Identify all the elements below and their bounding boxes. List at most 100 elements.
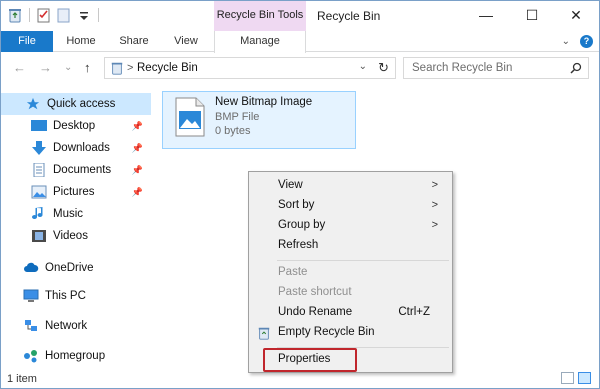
recycle-bin-icon: [257, 326, 271, 340]
menu-item-view[interactable]: View >: [251, 176, 450, 196]
submenu-arrow-icon: >: [431, 199, 438, 211]
nav-item-label: OneDrive: [45, 262, 94, 274]
menu-item-label: Empty Recycle Bin: [278, 326, 375, 338]
close-button[interactable]: ✕: [553, 1, 599, 29]
nav-item-videos[interactable]: Videos: [1, 225, 151, 247]
tiles-view-icon[interactable]: [578, 372, 591, 384]
customize-toolbar-icon[interactable]: [76, 7, 92, 23]
explorer-window: Recycle Bin Tools Recycle Bin — ☐ ✕ File…: [0, 0, 600, 389]
nav-item-quick-access[interactable]: Quick access: [1, 93, 151, 115]
window-title: Recycle Bin: [317, 9, 381, 23]
navigation-pane: Quick access Desktop 📌 Downloads 📌 Docum…: [1, 89, 151, 365]
nav-item-downloads[interactable]: Downloads 📌: [1, 137, 151, 159]
nav-item-label: Videos: [53, 230, 88, 242]
tab-share[interactable]: Share: [114, 31, 154, 52]
star-icon: [26, 97, 40, 110]
title-bar: Recycle Bin Tools Recycle Bin — ☐ ✕: [1, 1, 599, 51]
menu-item-refresh[interactable]: Refresh: [251, 236, 450, 256]
minimize-icon: —: [479, 7, 493, 23]
maximize-icon: ☐: [525, 6, 539, 23]
close-icon: ✕: [570, 6, 582, 23]
ribbon-tabs: File Home Share View Manage ⌄ ?: [1, 31, 599, 53]
toolbar-separator: [29, 8, 30, 22]
details-view-icon[interactable]: [561, 372, 574, 384]
help-icon[interactable]: ?: [580, 35, 593, 48]
pin-icon[interactable]: 📌: [132, 165, 143, 176]
menu-item-label: Refresh: [278, 239, 319, 251]
menu-item-undo-rename[interactable]: Undo Rename Ctrl+Z: [251, 303, 450, 323]
nav-item-documents[interactable]: Documents 📌: [1, 159, 151, 181]
network-icon: [25, 320, 37, 331]
file-tile[interactable]: New Bitmap Image BMP File 0 bytes: [162, 91, 356, 149]
menu-item-label: Paste: [278, 266, 308, 278]
menu-item-empty-recycle-bin[interactable]: Empty Recycle Bin: [251, 323, 450, 343]
homegroup-icon: [24, 350, 37, 363]
computer-icon: [23, 289, 39, 302]
nav-item-label: Desktop: [53, 120, 96, 132]
maximize-button[interactable]: ☐: [509, 1, 555, 29]
nav-item-label: This PC: [45, 290, 86, 302]
tab-manage[interactable]: Manage: [214, 31, 306, 53]
address-dropdown-icon[interactable]: ⌄: [359, 61, 367, 72]
nav-item-label: Documents: [53, 164, 112, 176]
properties-icon[interactable]: [36, 7, 52, 23]
recent-locations-icon[interactable]: ⌄: [64, 62, 72, 73]
tab-view[interactable]: View: [166, 31, 206, 52]
nav-item-label: Downloads: [53, 142, 110, 154]
quick-access-toolbar: [7, 7, 101, 23]
address-bar[interactable]: > Recycle Bin ⌄ ↻: [104, 57, 396, 79]
cloud-icon: [24, 262, 39, 272]
breadcrumb-chevron-icon[interactable]: >: [127, 62, 133, 74]
contextual-tab-group-title: Recycle Bin Tools: [216, 9, 304, 21]
status-bar: 1 item: [1, 369, 599, 388]
menu-item-group-by[interactable]: Group by >: [251, 216, 450, 236]
menu-item-paste-shortcut[interactable]: Paste shortcut: [251, 283, 450, 303]
navigation-row: ← → ⌄ ↑ > Recycle Bin ⌄ ↻ Search Recycle…: [1, 57, 599, 81]
context-menu: View > Sort by > Group by > Refresh Past…: [248, 171, 453, 373]
nav-item-onedrive[interactable]: OneDrive: [1, 257, 151, 279]
nav-item-desktop[interactable]: Desktop 📌: [1, 115, 151, 137]
pin-icon[interactable]: 📌: [132, 143, 143, 154]
menu-item-label: Undo Rename: [278, 306, 353, 318]
nav-item-label: Pictures: [53, 186, 95, 198]
videos-icon: [32, 230, 46, 242]
tab-file[interactable]: File: [1, 31, 53, 52]
forward-arrow-icon[interactable]: →: [39, 60, 52, 75]
desktop-icon: [31, 120, 47, 131]
nav-item-label: Homegroup: [45, 350, 106, 362]
new-folder-icon[interactable]: [56, 7, 72, 23]
up-arrow-icon[interactable]: ↑: [84, 60, 91, 75]
refresh-icon[interactable]: ↻: [378, 60, 389, 76]
nav-item-music[interactable]: Music: [1, 203, 151, 225]
search-placeholder: Search Recycle Bin: [412, 62, 513, 74]
nav-item-label: Network: [45, 320, 88, 332]
nav-item-homegroup[interactable]: Homegroup: [1, 345, 151, 367]
nav-item-pictures[interactable]: Pictures 📌: [1, 181, 151, 203]
bitmap-file-icon: [175, 97, 205, 140]
music-icon: [32, 207, 43, 220]
tab-home[interactable]: Home: [61, 31, 101, 52]
menu-item-label: View: [278, 179, 303, 191]
toolbar-separator: [98, 8, 99, 22]
pin-icon[interactable]: 📌: [132, 187, 143, 198]
menu-item-sort-by[interactable]: Sort by >: [251, 196, 450, 216]
view-toggle: [561, 372, 591, 384]
minimize-button[interactable]: —: [463, 1, 509, 29]
menu-item-paste[interactable]: Paste: [251, 263, 450, 283]
back-arrow-icon[interactable]: ←: [13, 60, 26, 75]
nav-item-network[interactable]: Network: [1, 315, 151, 337]
file-type: BMP File: [215, 111, 260, 123]
breadcrumb-location[interactable]: Recycle Bin: [137, 62, 198, 74]
search-box[interactable]: Search Recycle Bin: [403, 57, 589, 79]
pin-icon[interactable]: 📌: [132, 121, 143, 132]
submenu-arrow-icon: >: [431, 179, 438, 191]
file-size: 0 bytes: [215, 125, 251, 137]
search-icon[interactable]: [570, 62, 582, 77]
pictures-icon: [31, 185, 47, 199]
recycle-bin-icon: [7, 7, 23, 23]
submenu-arrow-icon: >: [431, 219, 438, 231]
collapse-ribbon-icon[interactable]: ⌄: [562, 36, 570, 47]
menu-item-label: Sort by: [278, 199, 315, 211]
nav-item-label: Music: [53, 208, 84, 220]
nav-item-this-pc[interactable]: This PC: [1, 285, 151, 307]
